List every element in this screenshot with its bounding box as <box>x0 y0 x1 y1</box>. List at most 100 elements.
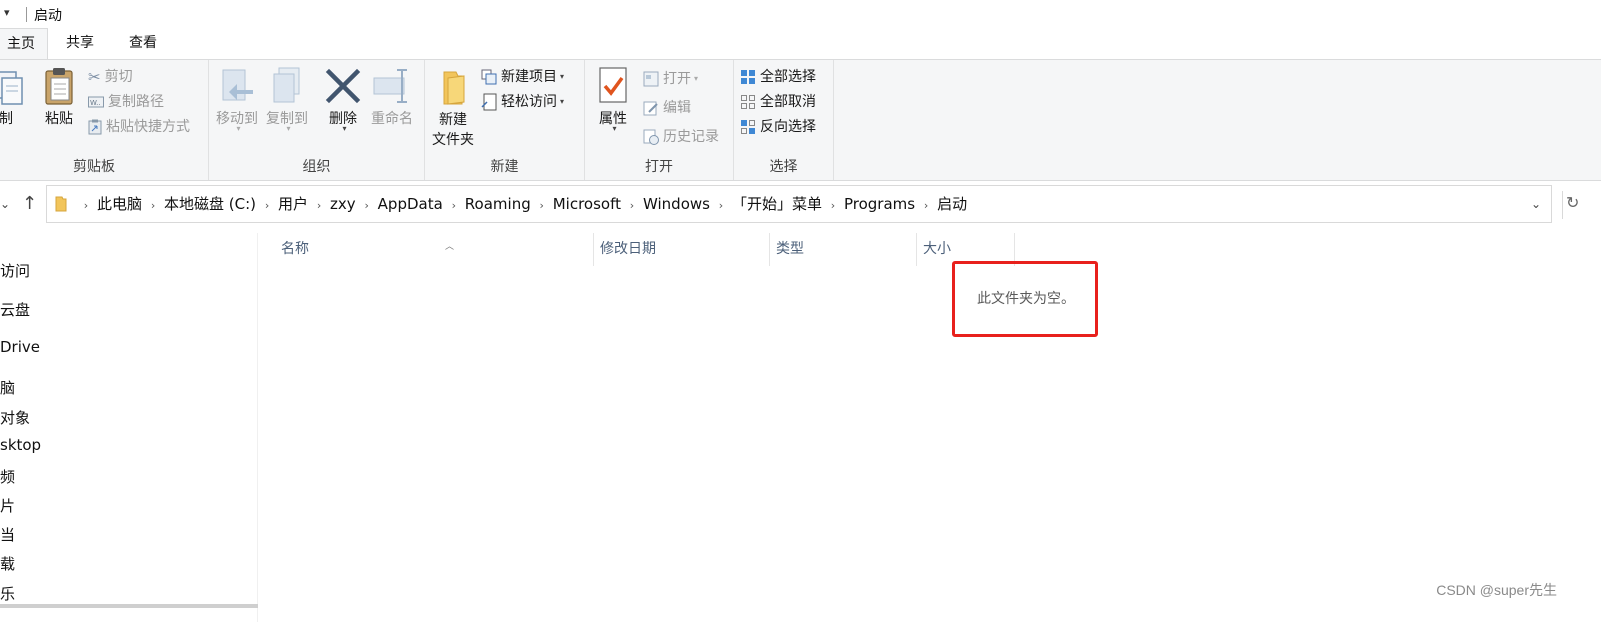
breadcrumb-item[interactable]: Windows <box>643 186 710 222</box>
breadcrumb-chevron-icon[interactable]: › <box>443 188 465 224</box>
paste-label: 粘贴 <box>45 111 73 127</box>
select-all-button[interactable]: 全部选择 <box>740 66 816 88</box>
copy-to-button[interactable]: 复制到 ▾ <box>263 66 311 133</box>
tab-home[interactable]: 主页 <box>0 28 48 59</box>
breadcrumb-chevron-icon[interactable]: › <box>710 188 732 224</box>
breadcrumb-chevron-icon[interactable]: › <box>915 188 937 224</box>
new-group-label: 新建 <box>490 159 519 175</box>
properties-button[interactable]: 属性 ▾ <box>593 66 633 133</box>
column-header-date[interactable]: 修改日期 <box>594 233 770 266</box>
nav-item-quick-access[interactable]: 访问 <box>0 260 30 281</box>
breadcrumb-chevron-icon[interactable]: › <box>75 188 97 224</box>
new-item-label: 新建项目 <box>501 69 557 85</box>
invert-selection-button[interactable]: 反向选择 <box>740 116 816 138</box>
ribbon: 复制 粘贴 ✂剪切 W.. 复制路径 粘贴快捷方式 剪贴板 <box>0 59 1601 181</box>
delete-x-icon <box>325 68 361 104</box>
edit-button[interactable]: 编辑 <box>643 97 691 119</box>
breadcrumb-item[interactable]: Microsoft <box>553 186 621 222</box>
breadcrumb-item[interactable]: 本地磁盘 (C:) <box>164 186 256 222</box>
breadcrumb-chevron-icon[interactable]: › <box>142 188 164 224</box>
rename-button[interactable]: 重命名 <box>367 66 417 128</box>
nav-item-documents[interactable]: 当 <box>0 524 15 545</box>
breadcrumb-chevron-icon[interactable]: › <box>308 188 330 224</box>
copy-button[interactable]: 复制 <box>0 66 24 128</box>
breadcrumb-item[interactable]: zxy <box>330 186 356 222</box>
breadcrumb-chevron-icon[interactable]: › <box>621 188 643 224</box>
organize-group: 移动到 ▾ 复制到 ▾ 删除 ▾ 重命名 组织 <box>209 60 425 180</box>
copy-label: 复制 <box>0 111 13 127</box>
nav-item-music[interactable]: 乐 <box>0 583 15 604</box>
open-button[interactable]: 打开 ▾ <box>643 68 698 90</box>
edit-pencil-icon <box>643 101 658 116</box>
column-header-name-label: 名称 <box>281 241 309 257</box>
cut-button[interactable]: ✂ 剪切 <box>88 66 133 88</box>
title-separator <box>26 7 27 22</box>
breadcrumb-chevron-icon[interactable]: › <box>822 188 844 224</box>
tab-share[interactable]: 共享 <box>56 28 104 59</box>
open-icon <box>643 71 659 87</box>
new-item-dropdown-icon: ▾ <box>560 72 565 81</box>
rename-icon <box>373 69 407 103</box>
new-folder-button[interactable]: 新建 文件夹 <box>429 66 477 150</box>
select-all-icon <box>741 70 755 84</box>
breadcrumb-chevron-icon[interactable]: › <box>256 188 278 224</box>
paste-button[interactable]: 粘贴 <box>40 66 78 128</box>
tab-view[interactable]: 查看 <box>118 28 168 59</box>
new-item-icon <box>481 69 497 85</box>
easy-access-button[interactable]: 轻松访问 ▾ <box>481 91 564 113</box>
column-header-name[interactable]: 名称 ︿ <box>275 233 594 266</box>
ribbon-tabs: 主页 共享 查看 <box>0 28 1601 59</box>
nav-item-desktop[interactable]: sktop <box>0 436 41 454</box>
delete-button[interactable]: 删除 ▾ <box>323 66 363 133</box>
folder-icon <box>55 196 67 212</box>
column-header-type[interactable]: 类型 <box>770 233 917 266</box>
breadcrumb-item[interactable]: 「开始」菜单 <box>732 186 822 222</box>
rename-label: 重命名 <box>371 111 413 127</box>
nav-item-onedrive[interactable]: Drive <box>0 338 40 356</box>
open-dropdown-icon: ▾ <box>694 74 699 83</box>
nav-item-pictures[interactable]: 片 <box>0 495 15 516</box>
breadcrumb-item[interactable]: Programs <box>844 186 915 222</box>
breadcrumb-item[interactable]: Roaming <box>465 186 531 222</box>
clipboard-icon <box>45 68 73 105</box>
new-item-button[interactable]: 新建项目 ▾ <box>481 66 564 88</box>
breadcrumb-item[interactable]: 此电脑 <box>97 186 142 222</box>
recent-locations-dropdown-icon[interactable]: ⌄ <box>0 197 10 211</box>
easy-access-label: 轻松访问 <box>501 94 557 110</box>
nav-item-this-pc[interactable]: 脑 <box>0 377 15 398</box>
clipboard-group-label: 剪贴板 <box>73 159 115 175</box>
window-title: 启动 <box>34 8 62 24</box>
address-history-dropdown-icon[interactable]: ⌄ <box>1531 197 1541 211</box>
nav-item-3d-objects[interactable]: 对象 <box>0 407 30 428</box>
svg-text:W..: W.. <box>90 99 101 107</box>
address-bar[interactable]: › 此电脑 › 本地磁盘 (C:) › 用户 › zxy › AppData › Roaming › Mi… <box>46 185 1552 223</box>
copy-path-icon: W.. <box>88 96 104 108</box>
nav-item-downloads[interactable]: 载 <box>0 553 15 574</box>
select-none-button[interactable]: 全部取消 <box>740 91 816 113</box>
breadcrumb-item[interactable]: 启动 <box>937 186 967 222</box>
address-divider <box>1562 191 1563 219</box>
breadcrumb-item[interactable]: 用户 <box>278 186 308 222</box>
copy-path-button[interactable]: W.. 复制路径 <box>88 91 164 113</box>
clipboard-group: 复制 粘贴 ✂剪切 W.. 复制路径 粘贴快捷方式 剪贴板 <box>0 60 209 180</box>
up-arrow-icon[interactable]: ↑ <box>22 193 37 214</box>
move-to-button[interactable]: 移动到 ▾ <box>213 66 261 133</box>
easy-access-dropdown-icon: ▾ <box>560 97 565 106</box>
refresh-icon[interactable]: ↻ <box>1566 193 1579 212</box>
copy-path-label: 复制路径 <box>108 94 164 110</box>
select-all-label: 全部选择 <box>760 69 816 85</box>
nav-item-cloud-drive[interactable]: 云盘 <box>0 299 30 320</box>
nav-item-videos[interactable]: 频 <box>0 466 15 487</box>
nav-pane-scrollbar[interactable] <box>0 604 258 608</box>
paste-shortcut-button[interactable]: 粘贴快捷方式 <box>88 116 190 138</box>
copy-to-icon <box>273 67 300 103</box>
quick-access-dropdown-icon[interactable]: ▾ <box>4 6 10 19</box>
breadcrumb-chevron-icon[interactable]: › <box>531 188 553 224</box>
paste-shortcut-icon <box>88 119 102 135</box>
breadcrumb-item[interactable]: AppData <box>378 186 443 222</box>
scissors-icon: ✂ <box>88 68 101 86</box>
breadcrumb-chevron-icon[interactable]: › <box>356 188 378 224</box>
history-button[interactable]: 历史记录 <box>643 126 719 148</box>
open-label: 打开 <box>663 71 691 87</box>
select-group-label: 选择 <box>769 159 798 175</box>
